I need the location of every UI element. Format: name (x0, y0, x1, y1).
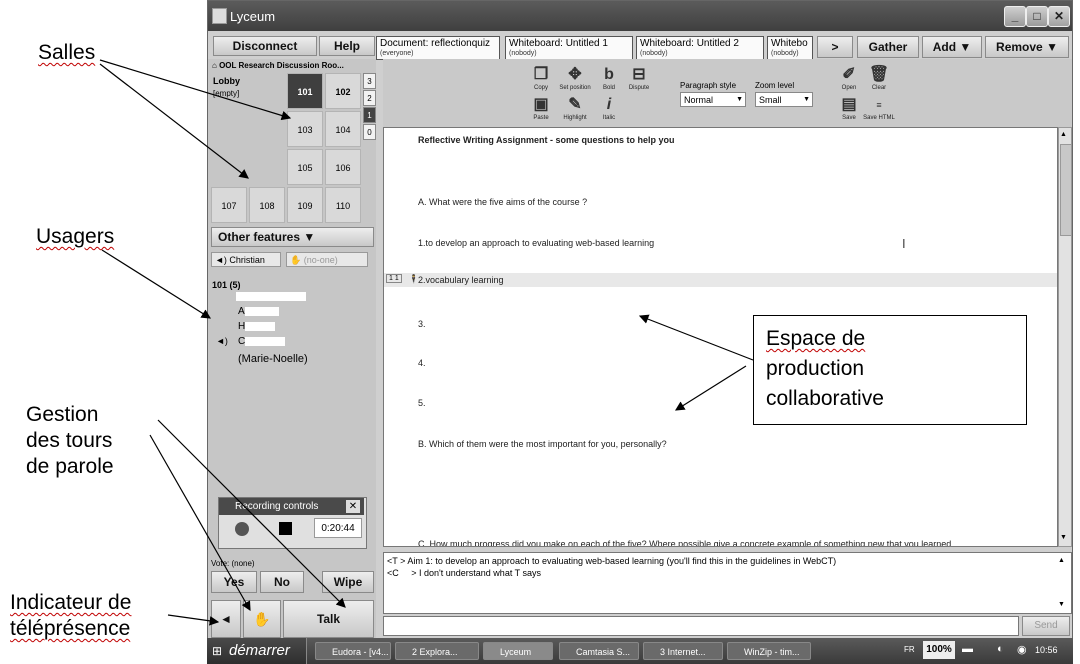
arrow-gestion-1 (157, 419, 346, 608)
arrow-espace-1 (638, 314, 754, 361)
arrow-espace-2 (674, 365, 747, 411)
arrow-indicateur (167, 614, 220, 626)
arrow-usagers (101, 249, 212, 319)
annotation-arrows (99, 59, 754, 626)
arrow-salles-1 (99, 59, 292, 121)
arrow-salles-2 (99, 63, 249, 179)
